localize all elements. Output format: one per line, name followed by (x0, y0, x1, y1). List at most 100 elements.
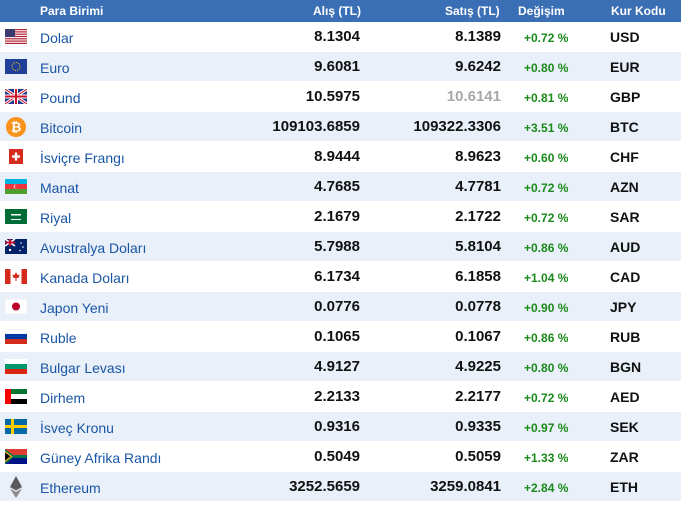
currency-code: USD (610, 29, 640, 45)
change-value: +0.80 % (524, 61, 569, 75)
buy-value: 8.1304 (314, 28, 360, 45)
australia-flag-icon (5, 239, 27, 254)
header-code: Kur Kodu (611, 4, 666, 18)
currency-name-link[interactable]: Güney Afrika Randı (40, 450, 161, 466)
currency-name-link[interactable]: Euro (40, 60, 70, 76)
change-value: +3.51 % (524, 121, 569, 135)
table-row: Bulgar Levası 4.9127 4.9225 +0.80 % BGN (0, 352, 681, 382)
buy-value: 2.2133 (314, 388, 360, 405)
south-africa-flag-icon (5, 449, 27, 464)
change-value: +1.33 % (524, 451, 569, 465)
svg-text:₿: ₿ (11, 121, 22, 136)
japan-flag-icon (5, 299, 27, 314)
currency-name-link[interactable]: Kanada Doları (40, 270, 130, 286)
eu-flag-icon (5, 59, 27, 74)
sell-value: 5.8104 (455, 238, 501, 255)
buy-value: 109103.6859 (272, 118, 360, 135)
sell-value: 0.1067 (455, 328, 501, 345)
currency-name-link[interactable]: Pound (40, 90, 80, 106)
currency-code: SAR (610, 209, 640, 225)
currency-name-link[interactable]: Bulgar Levası (40, 360, 126, 376)
buy-value: 0.1065 (314, 328, 360, 345)
currency-name-link[interactable]: Avustralya Doları (40, 240, 146, 256)
currency-name-link[interactable]: Manat (40, 180, 79, 196)
change-value: +0.86 % (524, 331, 569, 345)
change-value: +1.04 % (524, 271, 569, 285)
table-row: Pound 10.5975 10.6141 +0.81 % GBP (0, 82, 681, 112)
currency-code: RUB (610, 329, 641, 345)
sell-value: 10.6141 (446, 88, 501, 105)
uae-flag-icon (5, 389, 27, 404)
currency-table: Para Birimi Alış (TL) Satış (TL) Değişim… (0, 0, 681, 502)
sell-value: 0.0778 (455, 298, 501, 315)
currency-name-link[interactable]: Dolar (40, 30, 73, 46)
currency-code: AED (610, 389, 640, 405)
sell-value: 3259.0841 (430, 478, 501, 495)
currency-code: BTC (610, 119, 639, 135)
table-row: Riyal 2.1679 2.1722 +0.72 % SAR (0, 202, 681, 232)
table-row: Ruble 0.1065 0.1067 +0.86 % RUB (0, 322, 681, 352)
sell-value: 8.1389 (455, 28, 501, 45)
change-value: +0.60 % (524, 151, 569, 165)
currency-code: GBP (610, 89, 641, 105)
currency-code: CHF (610, 149, 639, 165)
table-row: Kanada Doları 6.1734 6.1858 +1.04 % CAD (0, 262, 681, 292)
table-header: Para Birimi Alış (TL) Satış (TL) Değişim… (0, 0, 681, 22)
buy-value: 0.0776 (314, 298, 360, 315)
currency-name-link[interactable]: Ruble (40, 330, 77, 346)
sweden-flag-icon (5, 419, 27, 434)
change-value: +2.84 % (524, 481, 569, 495)
currency-name-link[interactable]: Riyal (40, 210, 71, 226)
table-row: Dirhem 2.2133 2.2177 +0.72 % AED (0, 382, 681, 412)
russia-flag-icon (5, 329, 27, 344)
sell-value: 2.2177 (455, 388, 501, 405)
table-row: Dolar 8.1304 8.1389 +0.72 % USD (0, 22, 681, 52)
header-sell: Satış (TL) (445, 4, 500, 18)
table-row: İsveç Kronu 0.9316 0.9335 +0.97 % SEK (0, 412, 681, 442)
sell-value: 2.1722 (455, 208, 501, 225)
sell-value: 109322.3306 (413, 118, 501, 135)
currency-name-link[interactable]: Ethereum (40, 480, 101, 496)
table-row: Euro 9.6081 9.6242 +0.80 % EUR (0, 52, 681, 82)
currency-code: ETH (610, 479, 638, 495)
currency-name-link[interactable]: İsviçre Frangı (40, 150, 125, 166)
currency-code: JPY (610, 299, 637, 315)
currency-name-link[interactable]: Bitcoin (40, 120, 82, 136)
currency-name-link[interactable]: Dirhem (40, 390, 85, 406)
currency-code: AUD (610, 239, 641, 255)
currency-code: BGN (610, 359, 642, 375)
buy-value: 6.1734 (314, 268, 360, 285)
currency-code: EUR (610, 59, 640, 75)
buy-value: 0.9316 (314, 418, 360, 435)
currency-name-link[interactable]: Japon Yeni (40, 300, 109, 316)
table-row: Manat 4.7685 4.7781 +0.72 % AZN (0, 172, 681, 202)
sell-value: 4.9225 (455, 358, 501, 375)
bitcoin-icon: ₿ (5, 116, 27, 138)
sell-value: 0.9335 (455, 418, 501, 435)
currency-code: CAD (610, 269, 641, 285)
buy-value: 2.1679 (314, 208, 360, 225)
bulgaria-flag-icon (5, 359, 27, 374)
buy-value: 9.6081 (314, 58, 360, 75)
saudi-flag-icon (5, 209, 27, 224)
change-value: +0.80 % (524, 361, 569, 375)
currency-code: ZAR (610, 449, 639, 465)
uk-flag-icon (5, 89, 27, 104)
buy-value: 4.9127 (314, 358, 360, 375)
sell-value: 8.9623 (455, 148, 501, 165)
buy-value: 10.5975 (305, 88, 360, 105)
azerbaijan-flag-icon (5, 179, 27, 194)
currency-name-link[interactable]: İsveç Kronu (40, 420, 114, 436)
sell-value: 0.5059 (455, 448, 501, 465)
swiss-flag-icon (5, 149, 27, 164)
header-change: Değişim (518, 4, 565, 18)
table-row: Ethereum 3252.5659 3259.0841 +2.84 % ETH (0, 472, 681, 502)
change-value: +0.97 % (524, 421, 569, 435)
buy-value: 8.9444 (314, 148, 360, 165)
change-value: +0.72 % (524, 391, 569, 405)
us-flag-icon (5, 29, 27, 44)
table-row: Güney Afrika Randı 0.5049 0.5059 +1.33 %… (0, 442, 681, 472)
sell-value: 4.7781 (455, 178, 501, 195)
sell-value: 9.6242 (455, 58, 501, 75)
currency-code: AZN (610, 179, 639, 195)
